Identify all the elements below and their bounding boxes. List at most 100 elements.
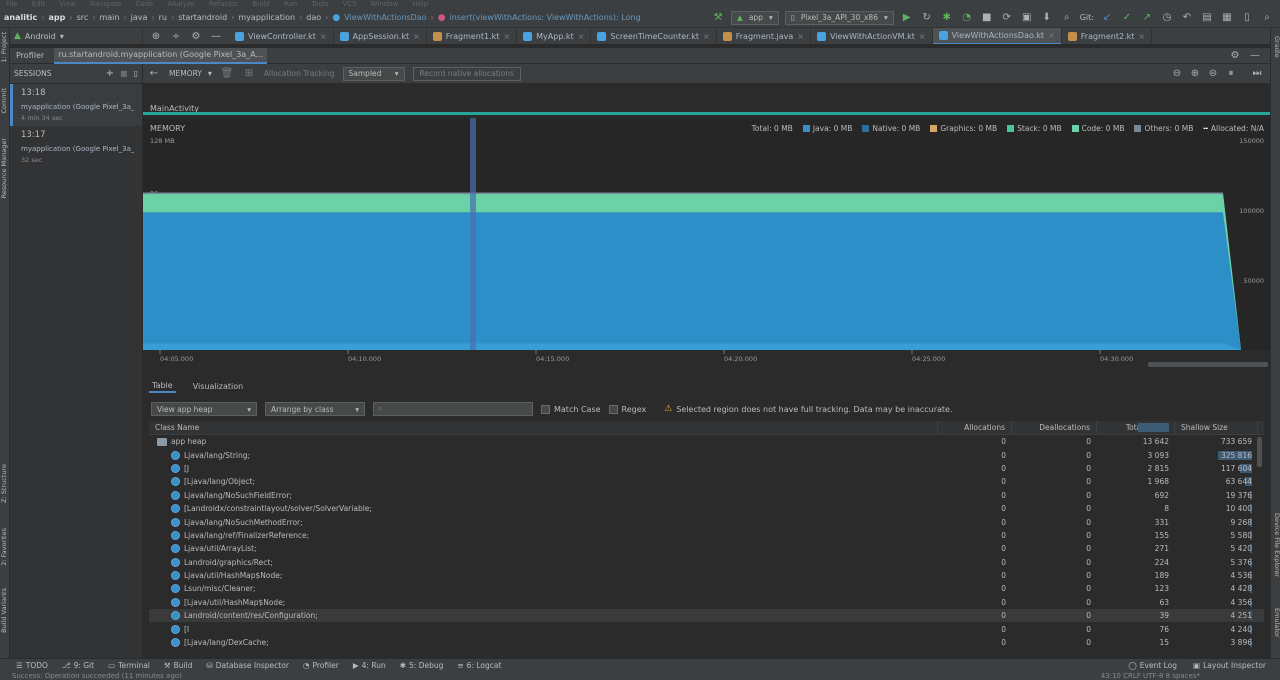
table-row[interactable]: [Ljava/lang/DexCache; 0 0 15 3 896 [149,423,1264,649]
device-file-explorer-tool-tab[interactable]: Device File Explorer [1272,513,1280,577]
locate-icon[interactable]: ⊕ [149,29,163,43]
table-scrollbar[interactable] [1257,437,1262,467]
tool-tab-run[interactable]: ▶ 4: Run [353,661,386,670]
project-view-select[interactable]: Android [25,32,56,41]
file-tab[interactable]: ScreenTimeCounter.kt × [591,28,717,44]
zoom-out-icon[interactable]: ⊖ [1170,67,1184,81]
search-everywhere-icon[interactable]: ⌕ [1260,11,1274,25]
menu-item-view[interactable]: View [59,0,76,8]
layout-inspector-tab[interactable]: ▣ Layout Inspector [1193,661,1266,670]
run-config-select[interactable]: ▲ app ▾ [731,10,779,25]
profiler-hide-icon[interactable]: — [1248,49,1262,63]
tool-tab-todo[interactable]: ☰ TODO [16,661,48,670]
column-header[interactable]: Allocations [938,420,1012,435]
breadcrumb-item[interactable]: src [77,13,89,22]
profiler-settings-icon[interactable]: ⚙ [1228,49,1242,63]
zoom-in-icon[interactable]: ⊕ [1188,67,1202,81]
memory-chart-area[interactable]: MainActivityMEMORY128 MB9664321500001000… [143,84,1270,370]
sdk-manager-icon[interactable]: ⬇ [1040,11,1054,25]
breadcrumb-item[interactable]: java [131,13,148,22]
tool-tab-profiler[interactable]: ◔ Profiler [303,661,339,670]
git-update-icon[interactable]: ↙ [1100,11,1114,25]
tool-tab-logcat[interactable]: ≡ 6: Logcat [457,661,501,670]
gradle-tool-tab[interactable]: Gradle [1272,36,1280,58]
back-icon[interactable]: ← [147,67,161,81]
profiler-tab[interactable]: Profiler [14,48,46,64]
table-row[interactable]: [Landroidx/constraintlayout/solver/Solve… [149,423,1264,515]
expand-sessions-icon[interactable]: ▯ [134,69,138,78]
table-row[interactable]: Ljava/util/ArrayList; 0 0 271 5 420 [149,423,1264,555]
menu-item-window[interactable]: Window [371,0,399,8]
breadcrumb-item[interactable]: analitic [4,13,37,22]
file-tab[interactable]: Fragment.java × [717,28,811,44]
layout-icon[interactable]: ▦ [1220,11,1234,25]
file-tab[interactable]: Fragment2.kt × [1062,28,1153,44]
add-session-icon[interactable]: + [106,68,114,79]
file-tab[interactable]: AppSession.kt × [334,28,427,44]
pause-icon[interactable]: ⏸ [1224,67,1238,81]
close-icon[interactable]: × [1138,32,1145,41]
file-tab[interactable]: ViewWithActionVM.kt × [811,28,933,44]
commit-tool-tab[interactable]: Commit [0,88,10,114]
close-icon[interactable]: × [320,32,327,41]
menu-item-code[interactable]: Code [135,0,153,8]
regex-checkbox[interactable]: Regex [608,404,646,414]
breadcrumb-item[interactable]: app [49,13,66,22]
table-row[interactable]: [Ljava/lang/Object; 0 0 1 968 63 644 [149,423,1264,488]
table-row[interactable]: Ljava/util/HashMap$Node; 0 0 189 4 536 [149,423,1264,582]
table-row[interactable]: [J 0 0 2 815 117 604 [149,423,1264,475]
menu-item-help[interactable]: Help [412,0,428,8]
collapse-icon[interactable]: ÷ [169,29,183,43]
search-icon[interactable]: ⌕ [1060,11,1074,25]
favorites-tool-tab[interactable]: 2: Favorites [0,528,10,566]
table-row[interactable]: Ljava/lang/ref/FinalizerReference; 0 0 155 5… [149,423,1264,542]
breadcrumb-item[interactable]: startandroid [178,13,227,22]
go-live-icon[interactable]: ⏭ [1250,67,1264,81]
allocation-tracking-select[interactable]: Sampled ▾ [342,66,405,81]
debug-icon[interactable]: ✱ [940,11,954,25]
file-tab[interactable]: ViewWithActionsDao.kt × [932,28,1062,44]
table-row[interactable]: Landroid/content/res/Configuration; 0 0 39 4… [149,423,1264,623]
breadcrumb-item[interactable]: ViewWithActionsDao [344,13,426,22]
tool-tab-terminal[interactable]: ▭ Terminal [108,661,150,670]
history-icon[interactable]: ◷ [1160,11,1174,25]
match-case-checkbox[interactable]: Match Case [541,404,601,414]
breadcrumb-item[interactable]: ru [159,13,167,22]
menu-item-tools[interactable]: Tools [311,0,328,8]
tab-visualization[interactable]: Visualization [190,379,247,393]
file-tab[interactable]: MyApp.kt × [517,28,592,44]
sync-icon[interactable]: ⟳ [1000,11,1014,25]
column-header[interactable]: Class Name [149,420,938,435]
gc-icon[interactable]: 🗑 [220,67,234,81]
tool-tab-git[interactable]: ⎇ 9: Git [62,661,94,670]
menu-item-navigate[interactable]: Navigate [90,0,121,8]
table-row[interactable]: Ljava/lang/NoSuchFieldError; 0 0 692 19 376 [149,423,1264,502]
git-commit-icon[interactable]: ✓ [1120,11,1134,25]
file-tab[interactable]: Fragment1.kt × [427,28,518,44]
menu-item-file[interactable]: File [6,0,18,8]
table-row[interactable]: Ljava/lang/String; 0 0 3 093 325 816 [149,423,1264,461]
session-item[interactable]: 13:17 myapplication (Google Pixel_3a_A...… [10,126,142,168]
run-icon[interactable]: ▶ [900,11,914,25]
breadcrumb-item[interactable]: insert(viewWithActions: ViewWithActions)… [450,13,641,22]
resource-manager-tool-tab[interactable]: Resource Manager [0,138,10,198]
memory-profiler-select[interactable]: MEMORY ▾ [169,69,212,78]
menu-item-analyze[interactable]: Analyze [167,0,195,8]
column-header[interactable]: Deallocations [1012,420,1097,435]
close-icon[interactable]: × [919,32,926,41]
project-structure-icon[interactable]: ▤ [1200,11,1214,25]
table-row[interactable]: Ljava/lang/NoSuchMethodError; 0 0 331 9 268 [149,423,1264,528]
table-row[interactable]: [I 0 0 76 4 240 [149,423,1264,635]
tool-tab-build[interactable]: ⚒ Build [164,661,193,670]
table-row[interactable]: [Ljava/util/HashMap$Node; 0 0 63 4 356 [149,423,1264,609]
rollback-icon[interactable]: ↶ [1180,11,1194,25]
tab-table[interactable]: Table [149,379,176,393]
heap-dump-icon[interactable]: ⊞ [242,67,256,81]
git-push-icon[interactable]: ↗ [1140,11,1154,25]
table-row[interactable]: Landroid/graphics/Rect; 0 0 224 5 376 [149,423,1264,569]
tool-tab-database-inspector[interactable]: ⛁ Database Inspector [206,661,288,670]
stop-icon[interactable]: ■ [980,11,994,25]
column-header[interactable]: Shallow Size [1175,420,1258,435]
avd-manager-icon[interactable]: ▣ [1020,11,1034,25]
event-log-tab[interactable]: ◯ Event Log [1128,661,1177,670]
